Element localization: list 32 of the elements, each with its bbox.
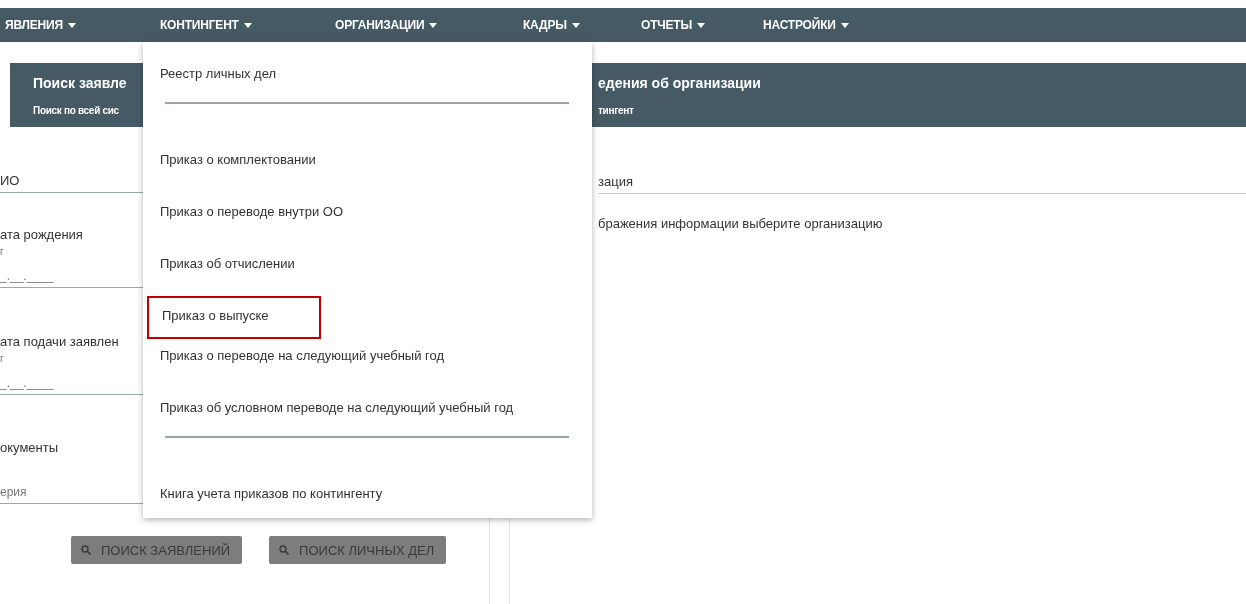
- nav-menu-item[interactable]: КАДРЫ: [523, 8, 580, 42]
- menu-item[interactable]: Приказ об условном переводе на следующий учебный год: [160, 400, 514, 415]
- panel-title: Поиск заявле: [33, 74, 127, 91]
- search-icon: [279, 545, 290, 555]
- nav-menu-item[interactable]: ОРГАНИЗАЦИИ: [335, 8, 438, 42]
- caret-icon: [243, 22, 252, 28]
- caret-icon: [840, 22, 849, 28]
- search-icon: [81, 545, 91, 555]
- info-message: бражения информации выберите организацию: [598, 216, 884, 231]
- nav-menu-item[interactable]: КОНТИНГЕНТ: [160, 8, 252, 42]
- menu-item[interactable]: Приказ о переводе внутри ОО: [160, 204, 344, 219]
- menu-item[interactable]: Приказ об отчислении: [160, 256, 295, 271]
- field-label: окументы: [0, 440, 59, 455]
- field-hint: г: [0, 246, 4, 257]
- organization-select[interactable]: зация: [598, 174, 1246, 194]
- field-label: ата рождения: [0, 227, 83, 242]
- panel-subtitle: тингент: [598, 104, 634, 116]
- field-hint: г: [0, 353, 4, 364]
- nav-menu-item[interactable]: ОТЧЕТЫ: [641, 8, 705, 42]
- menu-item[interactable]: Приказ о выпуске: [147, 296, 321, 339]
- caret-icon: [429, 22, 438, 28]
- caret-icon: [697, 22, 705, 28]
- nav-menu-item[interactable]: ЯВЛЕНИЯ: [5, 8, 76, 42]
- panel-subtitle: Поиск по всей сис: [33, 104, 119, 116]
- menu-item[interactable]: Приказ о переводе на следующий учебный год: [160, 348, 445, 363]
- nav-menu-item[interactable]: НАСТРОЙКИ: [763, 8, 849, 42]
- caret-icon: [571, 22, 580, 28]
- field-label: ата подачи заявлен: [0, 334, 119, 349]
- menu-item[interactable]: Приказ о комплектовании: [160, 152, 316, 167]
- caret-icon: [67, 22, 76, 28]
- panel-title: едения об организации: [598, 74, 761, 91]
- menu-item[interactable]: Реестр личных дел: [160, 66, 277, 81]
